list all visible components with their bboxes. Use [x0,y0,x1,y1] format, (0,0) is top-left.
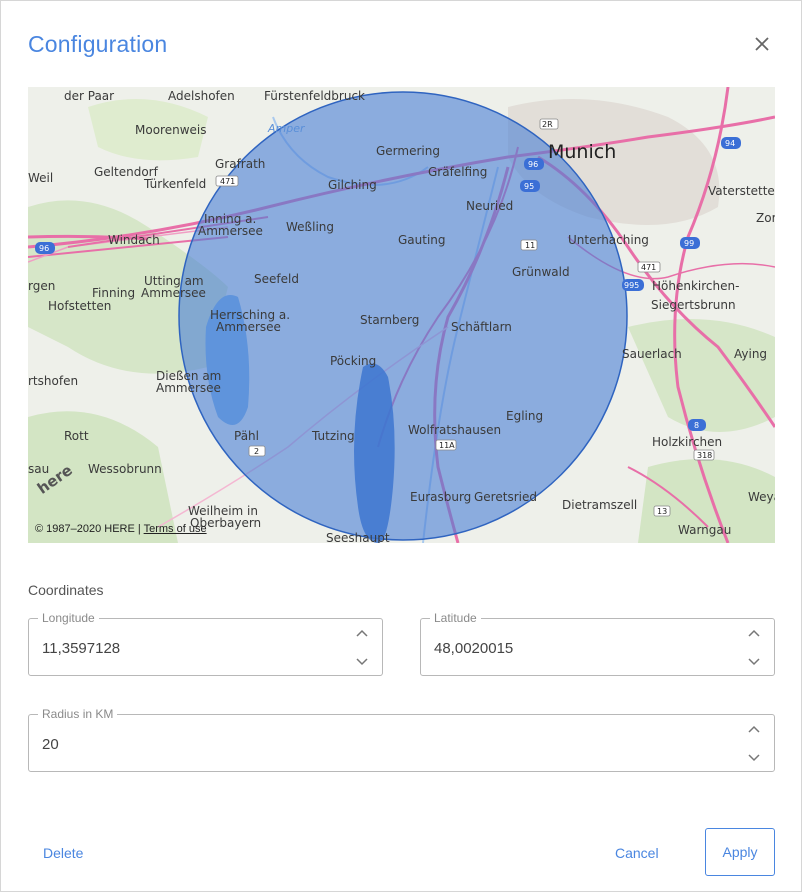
svg-text:995: 995 [624,281,639,290]
svg-text:471: 471 [641,263,656,272]
svg-text:Ammersee: Ammersee [216,320,281,334]
svg-text:Sauerlach: Sauerlach [622,347,682,361]
svg-text:Türkenfeld: Türkenfeld [143,177,206,191]
radius-input[interactable] [42,736,322,753]
terms-of-use-link[interactable]: Terms of use [144,523,207,535]
dialog-title: Configuration [28,31,168,57]
svg-text:Germering: Germering [376,144,440,158]
radius-label: Radius in KM [38,707,118,721]
svg-text:Unterhaching: Unterhaching [568,233,649,247]
svg-text:11: 11 [525,241,535,250]
svg-text:99: 99 [684,239,694,248]
svg-text:Munich: Munich [548,141,616,163]
svg-text:Finning: Finning [92,286,135,300]
delete-button[interactable]: Delete [43,845,83,861]
svg-text:Neuried: Neuried [466,199,513,213]
svg-text:Schäftlarn: Schäftlarn [451,320,512,334]
close-button[interactable] [749,31,775,57]
svg-text:Ammersee: Ammersee [198,224,263,238]
svg-text:Holzkirchen: Holzkirchen [652,435,722,449]
coordinates-heading: Coordinates [28,582,104,598]
svg-text:Dietramszell: Dietramszell [562,498,637,512]
longitude-input[interactable] [42,640,322,657]
svg-text:Gilching: Gilching [328,178,377,192]
svg-text:Pöcking: Pöcking [330,354,376,368]
svg-text:Starnberg: Starnberg [360,313,419,327]
svg-text:Adelshofen: Adelshofen [168,89,235,103]
chevron-down-icon[interactable] [746,655,762,669]
cancel-button[interactable]: Cancel [615,845,659,861]
close-icon [755,37,769,51]
svg-text:Gauting: Gauting [398,233,446,247]
svg-text:Eurasburg: Eurasburg [410,490,471,504]
svg-text:Weßling: Weßling [286,220,334,234]
chevron-up-icon[interactable] [746,626,762,640]
svg-text:2: 2 [254,447,259,456]
configuration-dialog: Configuration der Paar Adelshofen Fürste… [0,0,802,892]
svg-text:Egling: Egling [506,409,543,423]
svg-text:rtshofen: rtshofen [28,374,78,388]
svg-text:Aying: Aying [734,347,767,361]
radius-field[interactable]: Radius in KM [28,707,775,772]
chevron-up-icon[interactable] [746,722,762,736]
svg-text:96: 96 [528,160,538,169]
svg-text:Ammersee: Ammersee [141,286,206,300]
svg-text:95: 95 [524,182,534,191]
apply-button[interactable]: Apply [705,828,775,876]
copyright-text: © 1987–2020 HERE | [35,523,144,535]
svg-text:471: 471 [220,177,235,186]
latitude-label: Latitude [430,611,481,625]
svg-text:rgen: rgen [28,279,55,293]
map-view[interactable]: der Paar Adelshofen Fürstenfeldbruck Moo… [28,87,775,543]
svg-text:Vaterstetten: Vaterstetten [708,184,775,198]
svg-text:Geretsried: Geretsried [474,490,537,504]
svg-text:Grafrath: Grafrath [215,157,265,171]
svg-text:Wolfratshausen: Wolfratshausen [408,423,501,437]
svg-text:Weya: Weya [748,490,775,504]
svg-text:Grünwald: Grünwald [512,265,570,279]
svg-text:Hofstetten: Hofstetten [48,299,111,313]
svg-text:Moorenweis: Moorenweis [135,123,206,137]
svg-text:13: 13 [657,507,667,516]
svg-text:318: 318 [697,451,712,460]
svg-text:Seeshaupt: Seeshaupt [326,531,390,543]
svg-text:96: 96 [39,244,49,253]
svg-text:Gräfelfing: Gräfelfing [428,165,487,179]
map-copyright: © 1987–2020 HERE | Terms of use [35,523,207,535]
chevron-down-icon[interactable] [354,655,370,669]
longitude-label: Longitude [38,611,99,625]
svg-text:Tutzing: Tutzing [311,429,355,443]
svg-text:Windach: Windach [108,233,160,247]
svg-text:Zorn: Zorn [756,211,775,225]
latitude-field[interactable]: Latitude [420,611,775,676]
svg-text:Fürstenfeldbruck: Fürstenfeldbruck [264,89,365,103]
svg-text:Siegertsbrunn: Siegertsbrunn [651,298,736,312]
svg-text:Höhenkirchen-: Höhenkirchen- [652,279,739,293]
longitude-field[interactable]: Longitude [28,611,383,676]
svg-text:Ammersee: Ammersee [156,381,221,395]
svg-text:2R: 2R [542,120,553,129]
chevron-up-icon[interactable] [354,626,370,640]
svg-text:94: 94 [725,139,735,148]
chevron-down-icon[interactable] [746,751,762,765]
svg-text:8: 8 [694,421,699,430]
svg-text:der Paar: der Paar [64,89,114,103]
latitude-input[interactable] [434,640,714,657]
svg-text:Rott: Rott [64,429,89,443]
svg-text:11A: 11A [439,441,455,450]
map-canvas[interactable]: der Paar Adelshofen Fürstenfeldbruck Moo… [28,87,775,543]
svg-text:Warngau: Warngau [678,523,731,537]
svg-text:Seefeld: Seefeld [254,272,299,286]
svg-text:Amper: Amper [267,122,306,135]
svg-text:Pähl: Pähl [234,429,259,443]
svg-text:Weil: Weil [28,171,53,185]
svg-text:Wessobrunn: Wessobrunn [88,462,162,476]
